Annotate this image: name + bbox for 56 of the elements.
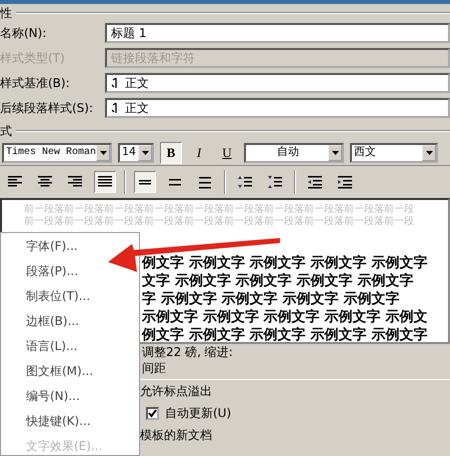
sample-text: 示例文字 示例文字 示例文字 示例文字 示例文 xyxy=(142,308,428,326)
menu-item[interactable]: 快捷键(K)... xyxy=(1,409,139,434)
spacing-icon xyxy=(268,175,282,189)
align-right-icon xyxy=(68,175,82,189)
justify-button[interactable] xyxy=(94,171,116,193)
section-label: 式 xyxy=(0,123,12,140)
align-center-icon xyxy=(38,175,52,189)
color-select[interactable]: 自动 xyxy=(244,142,344,162)
field-label: 名称(N): xyxy=(0,25,48,42)
option-text: 模板的新文档 xyxy=(140,427,212,444)
name-field[interactable]: 标题 1 xyxy=(105,23,450,43)
menu-item[interactable]: 编号(N)... xyxy=(1,384,139,409)
dropdown-arrow-icon xyxy=(332,150,338,154)
menu-item[interactable]: 边框(B)... xyxy=(1,309,139,334)
menu-item[interactable]: 图文框(M)... xyxy=(1,359,139,384)
sample-text: 例文字 示例文字 示例文字 示例文字 示例文字 xyxy=(142,326,428,342)
justify-icon xyxy=(98,175,112,189)
dropdown-arrow-icon xyxy=(100,150,106,154)
menu-item[interactable]: 语言(L)... xyxy=(1,334,139,359)
menu-item[interactable]: 字体(F)... xyxy=(1,234,139,259)
menu-item: 文字效果(E)... xyxy=(25,438,104,455)
sample-text: 字 示例文字 示例文字 示例文字 示例文字 xyxy=(142,290,400,308)
single-spacing-button[interactable] xyxy=(134,171,156,193)
dropdown-arrow-icon xyxy=(426,150,432,154)
bold-button[interactable]: B xyxy=(160,142,182,164)
option-text: 允许标点溢出 xyxy=(140,383,212,400)
style-select[interactable]: 正文 xyxy=(105,73,450,93)
style-description: 间距 xyxy=(142,360,166,376)
indent-icon xyxy=(338,175,352,189)
size-select[interactable]: 14 xyxy=(118,142,154,162)
preview-previous-text: 前一段落前一段落前一段落前一段落前一段落前一段落前一段落前一段落前一段落前一段 xyxy=(23,216,415,228)
outdent-icon xyxy=(308,175,322,189)
italic-button[interactable]: I xyxy=(188,142,210,164)
checkbox-label: 自动更新(U) xyxy=(165,405,232,422)
align-left-icon xyxy=(8,175,22,189)
style-select[interactable]: 正文 xyxy=(105,98,450,118)
style-description: 调整22 磅, 缩进: xyxy=(142,344,233,360)
font-select[interactable]: Times New Roman xyxy=(2,142,112,162)
auto-update-checkbox[interactable] xyxy=(146,406,159,420)
menu-item[interactable]: 段落(P)... xyxy=(1,259,139,284)
script-select[interactable]: 西文 xyxy=(350,142,438,162)
field-label: 样式基准(B): xyxy=(0,75,71,92)
double-spacing-icon xyxy=(198,175,212,189)
paragraph-mark-icon xyxy=(111,77,119,89)
field-label: 后续段落样式(S): xyxy=(0,100,94,117)
field-label: 样式类型(T) xyxy=(0,50,66,67)
style-select: 链接段落和字符 xyxy=(105,48,450,68)
underline-button[interactable]: U xyxy=(216,142,238,164)
menu-item[interactable]: 制表位(T)... xyxy=(1,284,139,309)
spacing-icon xyxy=(238,175,252,189)
sample-text: 文字 示例文字 示例文字 示例文字 示例文字 xyxy=(142,272,414,290)
section-label: 性 xyxy=(0,5,12,22)
preview-previous-text: 前一段落前一段落前一段落前一段落前一段落前一段落前一段落前一段落前一段落前一段 xyxy=(23,204,415,216)
dropdown-arrow-icon xyxy=(142,150,148,154)
sample-text: 例文字 示例文字 示例文字 示例文字 示例文字 xyxy=(142,254,428,272)
paragraph-mark-icon xyxy=(111,102,119,114)
